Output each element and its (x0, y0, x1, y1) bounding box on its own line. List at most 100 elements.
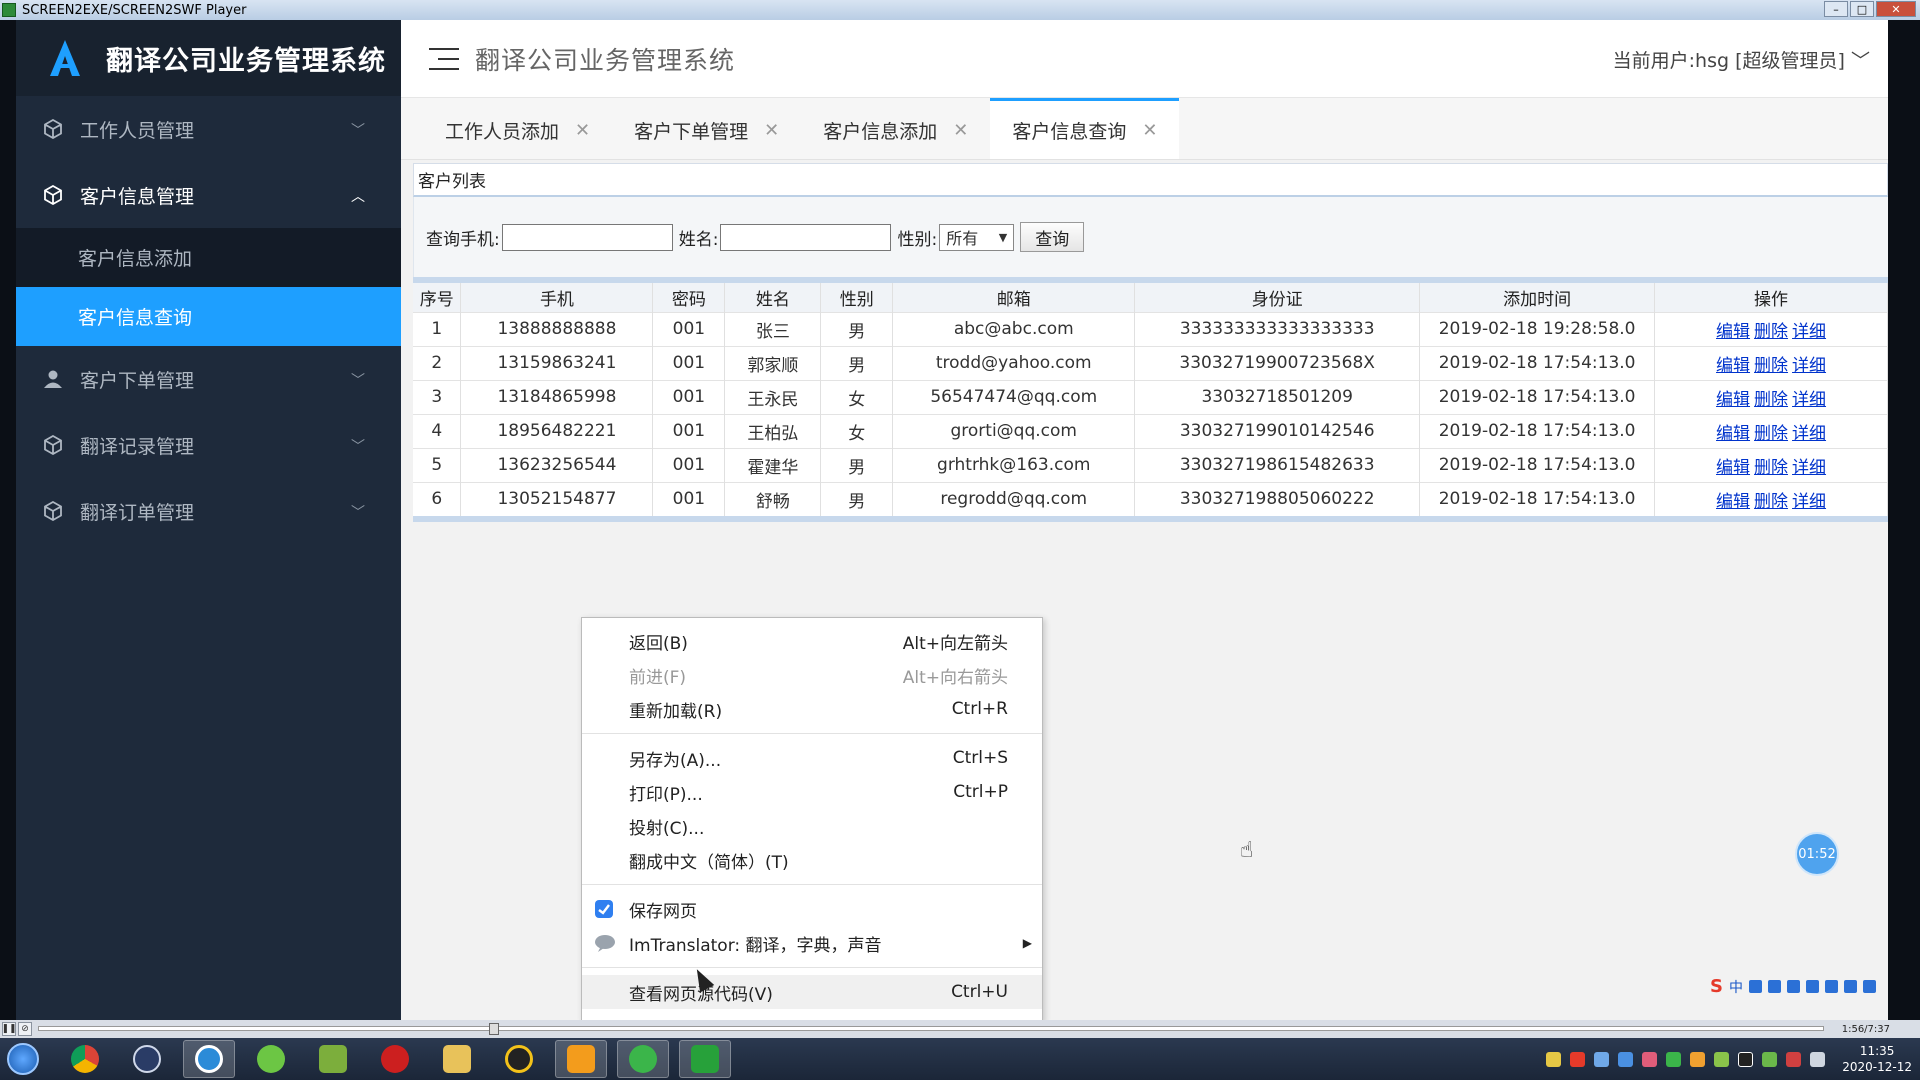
detail-link[interactable]: 详细 (1792, 458, 1826, 478)
delete-link[interactable]: 删除 (1754, 390, 1788, 410)
taskbar-chrome[interactable] (59, 1040, 111, 1078)
ime-mode-label[interactable]: 中 (1729, 977, 1743, 997)
sidebar-item-customer-orders[interactable]: 客户下单管理 ﹀ (16, 346, 401, 412)
shield-icon[interactable] (1618, 1051, 1634, 1067)
submenu-arrow-icon: ▶ (1022, 936, 1032, 950)
detail-link[interactable]: 详细 (1792, 424, 1826, 444)
loop-icon[interactable]: ⊘ (18, 1022, 32, 1036)
sogou-tray-icon[interactable] (1570, 1051, 1586, 1067)
close-icon[interactable]: ✕ (953, 120, 968, 141)
flag-icon[interactable] (1810, 1051, 1826, 1067)
delete-link[interactable]: 删除 (1754, 458, 1788, 478)
sidebar-item-translation-records[interactable]: 翻译记录管理 ﹀ (16, 412, 401, 478)
name-search-input[interactable] (720, 223, 892, 251)
volume-icon[interactable] (1786, 1051, 1802, 1067)
progress-thumb[interactable] (489, 1023, 499, 1035)
tray-icon[interactable] (1762, 1051, 1778, 1067)
tab-customer-add[interactable]: 客户信息添加 ✕ (801, 101, 990, 159)
sidebar-item-staff[interactable]: 工作人员管理 ﹀ (16, 96, 401, 162)
tab-customer-orders[interactable]: 客户下单管理 ✕ (612, 101, 801, 159)
table-cell: 001 (652, 311, 726, 346)
ctx-cast[interactable]: 投射(C)... (582, 809, 1042, 843)
table-cell: 王永民 (724, 379, 822, 414)
ctx-back[interactable]: 返回(B) Alt+向左箭头 (582, 624, 1042, 658)
detail-link[interactable]: 详细 (1792, 390, 1826, 410)
tray-icon[interactable] (1546, 1051, 1562, 1067)
ime-keyboard-icon[interactable] (1805, 980, 1819, 993)
taskbar-browser[interactable] (183, 1040, 235, 1078)
start-button[interactable] (0, 1039, 46, 1079)
query-button[interactable]: 查询 (1020, 222, 1085, 252)
taskbar-explorer[interactable] (431, 1040, 483, 1078)
chevron-down-icon: ﹀ (351, 439, 365, 455)
delete-link[interactable]: 删除 (1754, 492, 1788, 512)
ctx-reload[interactable]: 重新加载(R) Ctrl+R (582, 692, 1042, 726)
ctx-forward[interactable]: 前进(F) Alt+向右箭头 (582, 658, 1042, 692)
close-icon[interactable]: ✕ (764, 120, 779, 141)
table-row: 2 13159863241 001 郭家顺男 trodd@yahoo.com 330327… (413, 345, 1888, 380)
close-icon[interactable]: ✕ (1142, 120, 1157, 141)
ime-punct-icon[interactable] (1748, 980, 1762, 993)
ime-grid-icon[interactable] (1862, 980, 1876, 993)
taskbar-qq[interactable] (493, 1040, 545, 1078)
taskbar-app-2[interactable] (121, 1040, 173, 1078)
delete-link[interactable]: 删除 (1754, 322, 1788, 342)
sidebar-item-label: 客户下单管理 (80, 369, 195, 392)
ctx-print[interactable]: 打印(P)... Ctrl+P (582, 775, 1042, 809)
delete-link[interactable]: 删除 (1754, 424, 1788, 444)
close-icon[interactable]: ✕ (575, 120, 590, 141)
detail-link[interactable]: 详细 (1792, 322, 1826, 342)
phone-search-input[interactable] (501, 223, 673, 251)
qq-tray-icon[interactable] (1738, 1051, 1754, 1067)
edit-link[interactable]: 编辑 (1716, 492, 1750, 512)
tray-icon[interactable] (1690, 1051, 1706, 1067)
minimize-button[interactable]: – (1824, 1, 1848, 17)
taskbar-wechat[interactable] (617, 1040, 669, 1078)
current-user-menu[interactable]: 当前用户:hsg [超级管理员] ﹀ (1613, 46, 1870, 73)
ime-mic-icon[interactable] (1786, 980, 1800, 993)
playback-progress[interactable] (38, 1023, 1824, 1035)
gender-select[interactable]: 所有 ▼ (939, 223, 1015, 251)
taskbar-flash[interactable] (369, 1040, 421, 1078)
taskbar-audio[interactable] (555, 1040, 607, 1078)
wechat-tray-icon[interactable] (1666, 1051, 1682, 1067)
clock[interactable]: 11:35 2020-12-12 (1842, 1043, 1912, 1075)
ctx-imtranslator[interactable]: ImTranslator: 翻译，字典，声音 ▶ (582, 926, 1042, 960)
pause-icon[interactable]: ❚❚ (1, 1022, 17, 1036)
tab-customer-query[interactable]: 客户信息查询 ✕ (990, 98, 1180, 159)
ctx-translate[interactable]: 翻成中文（简体）(T) (582, 843, 1042, 877)
taskbar-app-5[interactable] (307, 1040, 359, 1078)
timer-bubble[interactable]: 01:52 (1795, 832, 1839, 876)
edit-link[interactable]: 编辑 (1716, 458, 1750, 478)
ime-skin-icon[interactable] (1843, 980, 1857, 993)
taskbar-app-4[interactable] (245, 1040, 297, 1078)
network-icon[interactable] (1714, 1051, 1730, 1067)
ime-user-icon[interactable] (1824, 980, 1838, 993)
edit-link[interactable]: 编辑 (1716, 356, 1750, 376)
tab-staff-add[interactable]: 工作人员添加 ✕ (423, 101, 612, 159)
table-cell: grhtrhk@163.com (892, 447, 1136, 482)
taskbar-recorder[interactable] (679, 1040, 731, 1078)
detail-link[interactable]: 详细 (1792, 356, 1826, 376)
maximize-button[interactable]: □ (1850, 1, 1874, 17)
sidebar-item-translation-orders[interactable]: 翻译订单管理 ﹀ (16, 478, 401, 544)
ctx-shortcut: Ctrl+P (953, 782, 1008, 802)
delete-link[interactable]: 删除 (1754, 356, 1788, 376)
ctx-view-source[interactable]: 查看网页源代码(V) Ctrl+U (582, 975, 1042, 1009)
sogou-icon[interactable]: S (1710, 976, 1723, 997)
table-cell: grorti@qq.com (892, 413, 1136, 448)
edit-link[interactable]: 编辑 (1716, 390, 1750, 410)
ime-emoji-icon[interactable] (1767, 980, 1781, 993)
sidebar-subitem-customer-add[interactable]: 客户信息添加 (16, 228, 401, 287)
tray-icon[interactable] (1594, 1051, 1610, 1067)
tray-icon[interactable] (1642, 1051, 1658, 1067)
close-button[interactable]: ✕ (1876, 1, 1916, 17)
menu-toggle-icon[interactable] (429, 47, 459, 70)
sidebar-subitem-customer-query[interactable]: 客户信息查询 (16, 287, 401, 346)
detail-link[interactable]: 详细 (1792, 492, 1826, 512)
ctx-save-as[interactable]: 另存为(A)... Ctrl+S (582, 741, 1042, 775)
sidebar-item-customer-info[interactable]: 客户信息管理 ︿ (16, 162, 401, 228)
ctx-save-page[interactable]: 保存网页 (582, 892, 1042, 926)
edit-link[interactable]: 编辑 (1716, 424, 1750, 444)
edit-link[interactable]: 编辑 (1716, 322, 1750, 342)
